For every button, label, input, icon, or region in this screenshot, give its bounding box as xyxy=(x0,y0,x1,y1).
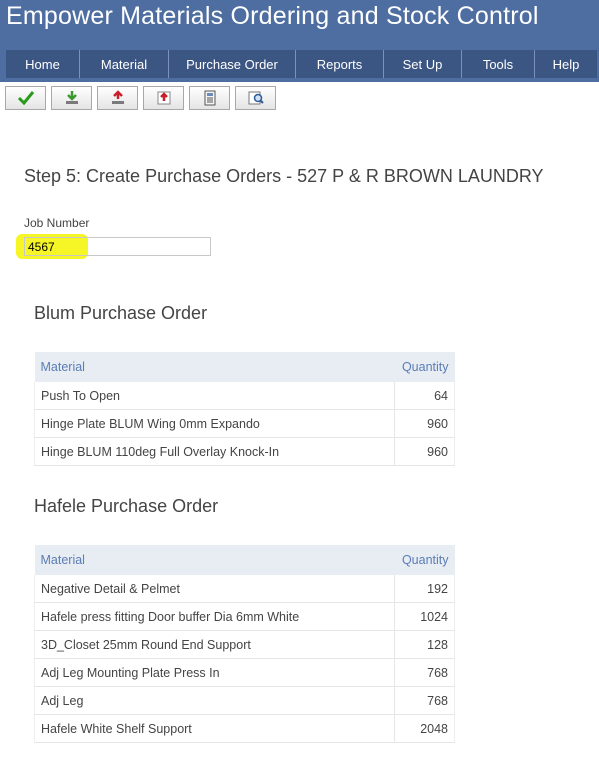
quantity-cell: 960 xyxy=(394,437,455,466)
blum-order-title: Blum Purchase Order xyxy=(34,303,208,323)
quantity-cell: 960 xyxy=(394,409,455,438)
hafele-order-table: Material Quantity Negative Detail & Pelm… xyxy=(34,545,455,743)
quantity-cell: 768 xyxy=(394,686,455,715)
table-row: Adj Leg 768 xyxy=(34,686,455,715)
material-cell: Hinge Plate BLUM Wing 0mm Expando xyxy=(34,409,395,438)
material-cell: 3D_Closet 25mm Round End Support xyxy=(34,630,395,659)
checkmark-icon xyxy=(17,91,34,106)
upload-icon xyxy=(111,90,124,104)
hafele-order-title: Hafele Purchase Order xyxy=(34,496,219,516)
table-row: Hafele White Shelf Support 2048 xyxy=(34,714,455,743)
material-column-header: Material xyxy=(34,545,395,575)
quantity-cell: 128 xyxy=(394,630,455,659)
app-header: Empower Materials Ordering and Stock Con… xyxy=(0,0,599,82)
quantity-cell: 768 xyxy=(394,658,455,687)
material-cell: Hafele White Shelf Support xyxy=(34,714,395,743)
quantity-column-header: Quantity xyxy=(394,545,455,575)
upload-button[interactable] xyxy=(97,86,138,110)
nav-purchase-order[interactable]: Purchase Order xyxy=(169,50,296,78)
import-button[interactable] xyxy=(51,86,92,110)
job-number-input[interactable] xyxy=(24,237,211,256)
material-cell: Hafele press fitting Door buffer Dia 6mm… xyxy=(34,602,395,631)
app-title: Empower Materials Ordering and Stock Con… xyxy=(6,2,539,30)
material-column-header: Material xyxy=(34,352,395,382)
page-title: Step 5: Create Purchase Orders - 527 P &… xyxy=(24,166,544,186)
quantity-column-header: Quantity xyxy=(394,352,455,382)
quantity-cell: 2048 xyxy=(394,714,455,743)
preview-button[interactable] xyxy=(235,86,276,110)
table-row: Negative Detail & Pelmet 192 xyxy=(34,575,455,603)
main-nav: Home Material Purchase Order Reports Set… xyxy=(6,50,597,78)
blum-order-table: Material Quantity Push To Open 64 Hinge P… xyxy=(34,352,455,466)
table-row: Adj Leg Mounting Plate Press In 768 xyxy=(34,658,455,687)
material-cell: Push To Open xyxy=(34,382,395,410)
confirm-button[interactable] xyxy=(5,86,46,110)
nav-tools[interactable]: Tools xyxy=(462,50,535,78)
preview-icon xyxy=(248,91,264,105)
table-row: 3D_Closet 25mm Round End Support 128 xyxy=(34,630,455,659)
nav-material[interactable]: Material xyxy=(80,50,169,78)
export-icon xyxy=(157,91,170,105)
nav-set-up[interactable]: Set Up xyxy=(384,50,462,78)
nav-reports[interactable]: Reports xyxy=(296,50,384,78)
quantity-cell: 1024 xyxy=(394,602,455,631)
toolbar xyxy=(5,86,276,110)
material-cell: Adj Leg Mounting Plate Press In xyxy=(34,658,395,687)
material-cell: Adj Leg xyxy=(34,686,395,715)
material-cell: Hinge BLUM 110deg Full Overlay Knock-In xyxy=(34,437,395,466)
nav-help[interactable]: Help xyxy=(535,50,597,78)
table-row: Hinge Plate BLUM Wing 0mm Expando 960 xyxy=(34,409,455,438)
table-row: Hinge BLUM 110deg Full Overlay Knock-In 9… xyxy=(34,437,455,466)
quantity-cell: 192 xyxy=(394,575,455,603)
table-row: Push To Open 64 xyxy=(34,382,455,410)
calculator-icon xyxy=(204,90,215,106)
table-row: Hafele press fitting Door buffer Dia 6mm… xyxy=(34,602,455,631)
quantity-cell: 64 xyxy=(394,382,455,410)
export-button[interactable] xyxy=(143,86,184,110)
calculate-button[interactable] xyxy=(189,86,230,110)
nav-home[interactable]: Home xyxy=(6,50,80,78)
download-icon xyxy=(65,91,78,104)
job-number-label: Job Number xyxy=(24,216,90,230)
material-cell: Negative Detail & Pelmet xyxy=(34,575,395,603)
